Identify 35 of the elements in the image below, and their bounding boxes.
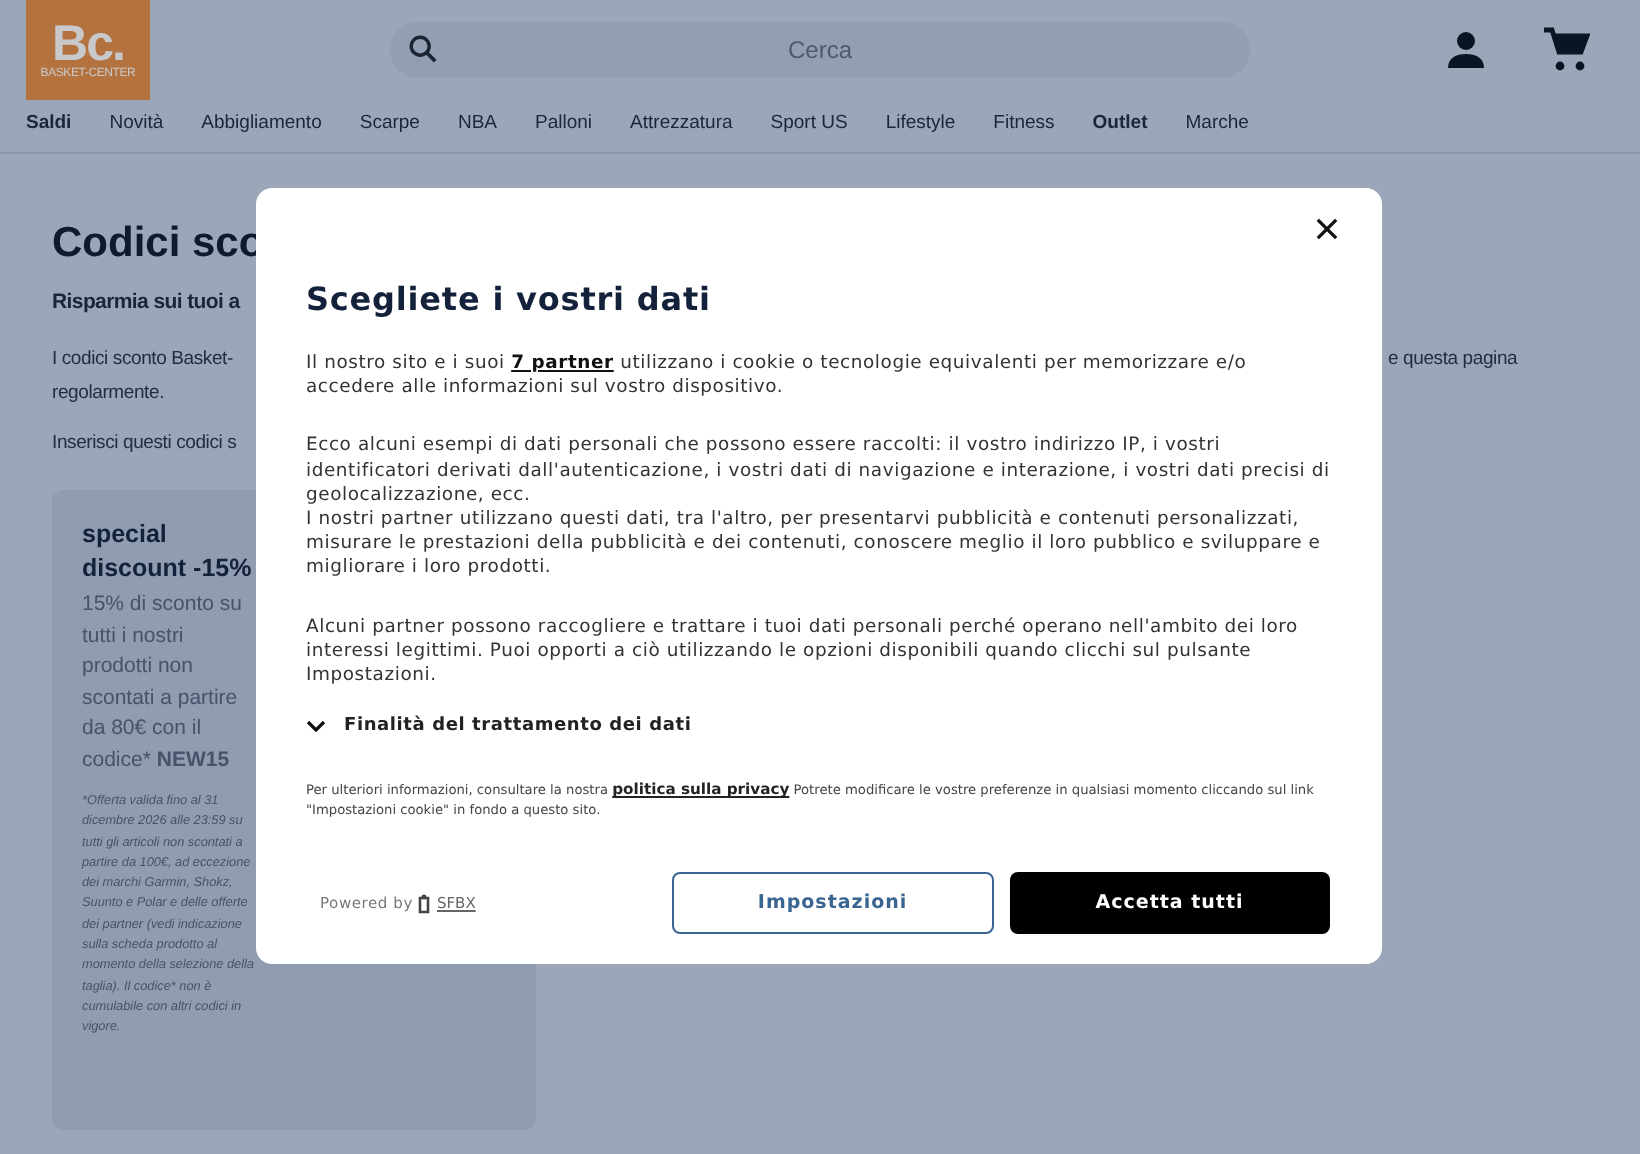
nav-link[interactable]: Novità [109,112,164,152]
partner-link[interactable]: 7 partner [511,352,614,374]
consent-text: Alcuni partner possono raccogliere e trattare i tuoi dati personali perché operano nell'ambito dei loro interessi legittimi. Puoi opporti a ciò utilizzando le opzioni disponibili quando clicchi sul pulsante Impostazioni. [306,615,1300,689]
nav-link[interactable]: NBA [457,112,498,152]
intro-text: e questa pagina [1388,348,1518,370]
coupon-text: 15% di sconto su tutti i nostri prodotti non scontati a partire da 80€ con il codice* NEW15 [82,590,244,775]
purposes-toggle[interactable]: Finalità del trattamento dei dati [306,716,692,737]
nav-link[interactable]: Attrezzatura [630,112,733,152]
cart-icon[interactable] [1542,26,1590,74]
close-icon[interactable] [1316,218,1338,240]
user-icon[interactable] [1446,30,1486,70]
nav-link[interactable]: Saldi [26,112,72,152]
logo-mark: Bc. [52,20,124,68]
nav-link[interactable]: Marche [1185,112,1249,152]
consent-text: I nostri partner utilizzano questi dati, tra l'altro, per presentarvi pubblicità e contenuti personalizzati, misurare le prestazioni della pubblicità e dei contenuti, conoscere meglio il loro pubblico e sviluppare e migliorare i loro prodotti. [306,508,1323,582]
intro-text: regolarmente. [52,382,165,404]
nav-link[interactable]: Scarpe [359,112,420,152]
nav-link[interactable]: Outlet [1092,112,1148,152]
brand-logo-icon [418,893,431,914]
nav-link[interactable]: Lifestyle [885,112,956,152]
nav-link[interactable]: Palloni [535,112,593,152]
coupon-title: special discount -15% [82,518,254,586]
page-subtitle: Risparmia sui tuoi a [52,290,240,314]
nav-link[interactable]: Fitness [993,112,1055,152]
settings-button[interactable]: Impostazioni [672,872,994,935]
search-field[interactable]: Cerca [390,22,1250,78]
nav-link[interactable]: Abbigliamento [201,112,322,152]
accept-button[interactable]: Accetta tutti [1009,872,1331,935]
dialog-title: Scegliete i vostri dati [306,280,713,318]
intro-text: I codici sconto Basket- [52,348,233,370]
nav-link[interactable]: Sport US [770,112,848,152]
consent-text: Ecco alcuni esempi di dati personali che possono essere raccolti: il vostro indirizzo IP, i vostri identificatori derivati dall'autenticazione, i vostri dati di navigazione e interazione, i vostri dati precisi di geolocalizzazione, ecc. [306,434,1330,509]
instruction-text: Inserisci questi codici s [52,432,237,454]
consent-text: Il nostro sito e i suoi 7 partner utilizzano i cookie o tecnologie equivalenti per memorizzare e/o accedere alle informazioni sul vostro dispositivo. [306,352,1249,401]
search-icon [408,34,438,64]
